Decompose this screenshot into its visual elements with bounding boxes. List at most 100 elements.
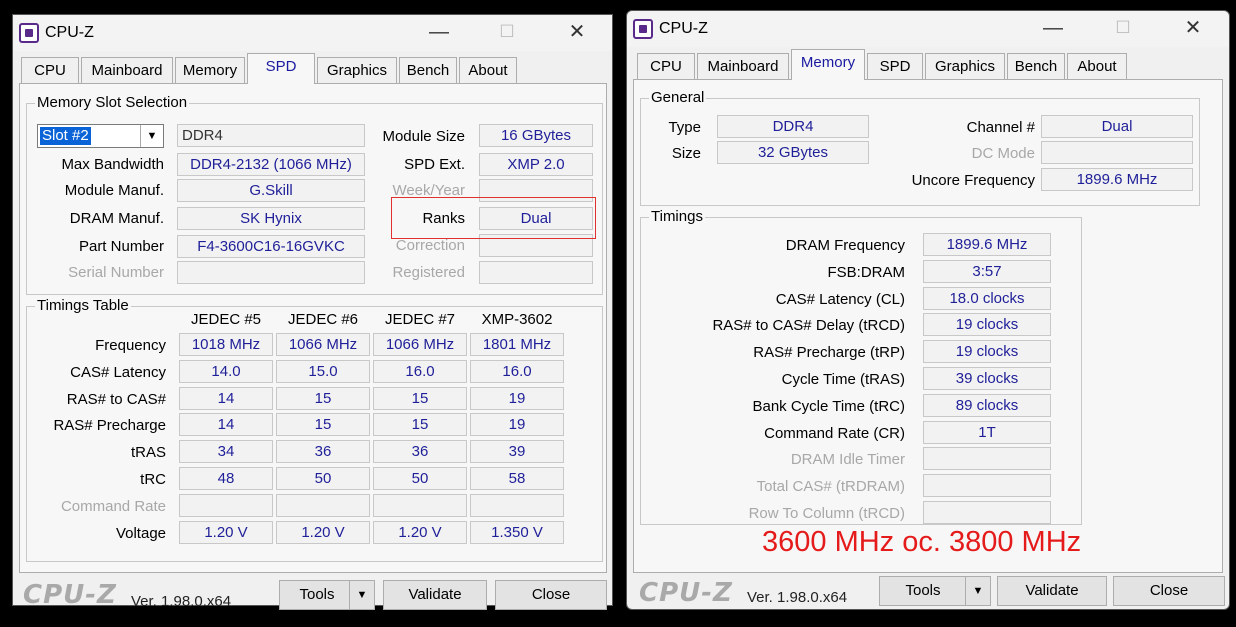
memory-timing-field: 19 clocks bbox=[923, 340, 1051, 364]
memory-timing-label: Bank Cycle Time (tRC) bbox=[752, 397, 905, 415]
memory-timing-field bbox=[923, 501, 1051, 524]
maximize-icon[interactable]: ☐ bbox=[1103, 15, 1143, 41]
timings-cell: 1018 MHz bbox=[179, 333, 273, 356]
timings-cell: 34 bbox=[179, 440, 273, 464]
tab-memory[interactable]: Memory bbox=[175, 57, 245, 83]
timings-cell: 58 bbox=[470, 467, 564, 490]
slot-select[interactable]: Slot #2 ▼ bbox=[37, 124, 164, 148]
timings-table-group: Timings Table JEDEC #5 JEDEC #6 JEDEC #7 XM… bbox=[26, 297, 603, 562]
close-button[interactable]: Close bbox=[1113, 576, 1225, 606]
close-icon[interactable]: ✕ bbox=[557, 19, 597, 45]
tab-spd[interactable]: SPD bbox=[867, 53, 923, 79]
title-bar[interactable]: CPU-Z — ☐ ✕ bbox=[627, 11, 1229, 47]
timings-group: Timings DRAM Frequency 1899.6 MHz FSB:DRAM… bbox=[640, 208, 1082, 525]
cpuz-logo: CPU-Z bbox=[639, 578, 733, 608]
type-label: Type bbox=[668, 119, 701, 136]
minimize-icon[interactable]: — bbox=[1033, 15, 1073, 41]
memory-timing-field: 18.0 clocks bbox=[923, 286, 1051, 310]
timings-cell: 36 bbox=[373, 440, 467, 464]
spd-ext-label: SPD Ext. bbox=[404, 156, 465, 173]
memory-timing-label: RAS# to CAS# Delay (tRCD) bbox=[712, 317, 905, 335]
timings-cell: 50 bbox=[276, 467, 370, 490]
timings-cell: 16.0 bbox=[373, 359, 467, 383]
window-title: CPU-Z bbox=[659, 20, 708, 37]
general-group: General Type DDR4 Size 32 GBytes Channel… bbox=[640, 89, 1200, 206]
timings-cell bbox=[373, 493, 467, 517]
memory-panel: General Type DDR4 Size 32 GBytes Channel… bbox=[633, 79, 1223, 573]
dc-mode-field bbox=[1041, 141, 1193, 164]
registered-field bbox=[479, 261, 593, 284]
tab-about[interactable]: About bbox=[459, 57, 517, 83]
timings-column-header: JEDEC #6 bbox=[287, 311, 359, 328]
timings-cell: 15 bbox=[373, 386, 467, 410]
spd-ext-field: XMP 2.0 bbox=[479, 153, 593, 176]
tab-mainboard[interactable]: Mainboard bbox=[81, 57, 173, 83]
timings-cell: 1801 MHz bbox=[470, 333, 564, 356]
memory-timing-field: 3:57 bbox=[923, 259, 1051, 283]
tab-mainboard[interactable]: Mainboard bbox=[697, 53, 789, 79]
timings-column-header: JEDEC #5 bbox=[190, 311, 262, 328]
uncore-frequency-label: Uncore Frequency bbox=[911, 172, 1035, 189]
memory-timing-field: 89 clocks bbox=[923, 393, 1051, 417]
part-number-field: F4-3600C16-16GVKC bbox=[177, 235, 365, 258]
close-icon[interactable]: ✕ bbox=[1173, 15, 1213, 41]
group-label: General bbox=[649, 89, 707, 106]
memory-timing-label: Command Rate (CR) bbox=[764, 424, 905, 442]
group-label: Timings Table bbox=[35, 297, 131, 314]
version-label: Ver. 1.98.0.x64 bbox=[747, 589, 848, 606]
timings-cell: 1.20 V bbox=[276, 520, 370, 544]
tools-button[interactable]: Tools bbox=[279, 580, 355, 610]
memory-slot-selection-group: Memory Slot Selection Slot #2 ▼ DDR4 Max… bbox=[26, 94, 603, 295]
channel-field: Dual bbox=[1041, 115, 1193, 138]
timings-row-label: Voltage bbox=[115, 524, 166, 542]
validate-button[interactable]: Validate bbox=[383, 580, 487, 610]
module-manuf-label: Module Manuf. bbox=[64, 182, 164, 199]
memory-timing-field: 1T bbox=[923, 420, 1051, 444]
cpuz-window-left: CPU-Z — ☐ ✕ CPU Mainboard Memory SPD Gra… bbox=[12, 14, 613, 610]
memory-timing-field: 1899.6 MHz bbox=[923, 233, 1051, 256]
memory-timing-field: 19 clocks bbox=[923, 313, 1051, 337]
timings-cell: 50 bbox=[373, 467, 467, 490]
ranks-highlight-box bbox=[391, 197, 596, 239]
validate-button[interactable]: Validate bbox=[997, 576, 1107, 606]
timings-cell: 1.20 V bbox=[373, 520, 467, 544]
tab-memory[interactable]: Memory bbox=[791, 49, 865, 80]
tools-dropdown-button[interactable]: ▼ bbox=[965, 576, 991, 606]
timings-row-label: tRAS bbox=[130, 444, 166, 462]
timings-cell: 15 bbox=[373, 413, 467, 437]
tools-button[interactable]: Tools bbox=[879, 576, 967, 606]
tab-graphics[interactable]: Graphics bbox=[925, 53, 1005, 79]
chevron-down-icon[interactable]: ▼ bbox=[140, 125, 163, 147]
dc-mode-label: DC Mode bbox=[971, 145, 1035, 162]
size-label: Size bbox=[671, 145, 701, 162]
tab-graphics[interactable]: Graphics bbox=[317, 57, 397, 83]
timings-row-label: Frequency bbox=[95, 337, 166, 354]
timings-row-label: RAS# to CAS# bbox=[66, 390, 166, 408]
tools-dropdown-button[interactable]: ▼ bbox=[349, 580, 375, 610]
type-field: DDR4 bbox=[717, 115, 869, 138]
tab-cpu[interactable]: CPU bbox=[637, 53, 695, 79]
title-bar[interactable]: CPU-Z — ☐ ✕ bbox=[13, 15, 612, 51]
minimize-icon[interactable]: — bbox=[419, 19, 459, 45]
tab-spd[interactable]: SPD bbox=[247, 53, 315, 84]
cpuz-app-icon bbox=[633, 19, 653, 39]
timings-cell: 39 bbox=[470, 440, 564, 464]
maximize-icon[interactable]: ☐ bbox=[487, 19, 527, 45]
tab-bench[interactable]: Bench bbox=[1007, 53, 1065, 79]
timings-cell: 16.0 bbox=[470, 359, 564, 383]
size-field: 32 GBytes bbox=[717, 141, 869, 164]
slot-select-value: Slot #2 bbox=[40, 127, 91, 145]
memory-timing-label: DRAM Idle Timer bbox=[790, 451, 905, 469]
tab-cpu[interactable]: CPU bbox=[21, 57, 79, 83]
memory-timing-field: 39 clocks bbox=[923, 367, 1051, 390]
tab-bench[interactable]: Bench bbox=[399, 57, 457, 83]
serial-number-label: Serial Number bbox=[68, 264, 164, 281]
window-title: CPU-Z bbox=[45, 24, 94, 41]
close-button[interactable]: Close bbox=[495, 580, 607, 610]
timings-column-header: JEDEC #7 bbox=[384, 311, 456, 328]
module-size-field: 16 GBytes bbox=[479, 124, 593, 147]
tab-about[interactable]: About bbox=[1067, 53, 1127, 79]
group-label: Memory Slot Selection bbox=[35, 94, 190, 111]
overclock-annotation: 3600 MHz oc. 3800 MHz bbox=[762, 526, 1082, 558]
memory-timing-field bbox=[923, 474, 1051, 498]
